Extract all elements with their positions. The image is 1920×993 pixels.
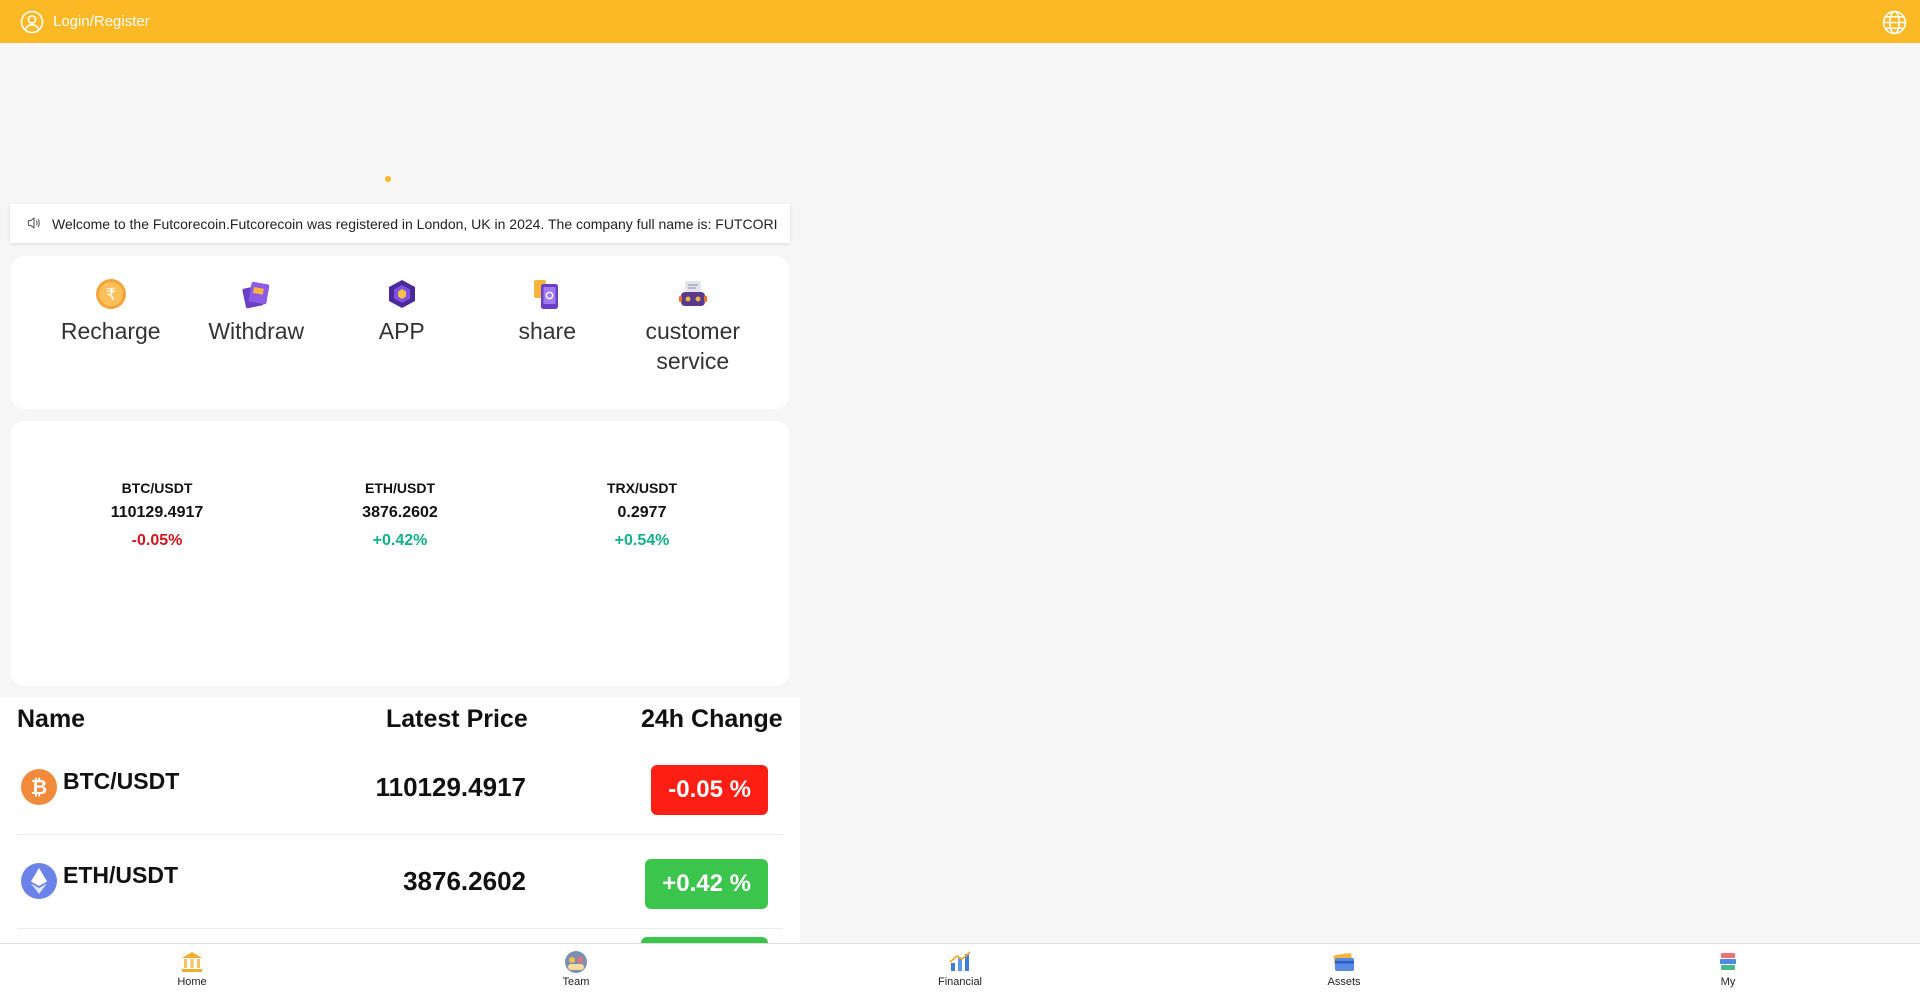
ticker-pair: TRX/USDT: [607, 480, 677, 496]
bottom-tab-bar: Home Team Financial Assets My: [0, 943, 1920, 993]
ticker-card: BTC/USDT 110129.4917 -0.05% ETH/USDT 387…: [11, 421, 789, 686]
market-row-btc[interactable]: ₿ BTC/USDT 110129.4917 -0.05 %: [17, 741, 783, 835]
action-label: share: [518, 318, 577, 344]
tab-label: Assets: [1327, 976, 1361, 988]
change-badge[interactable]: -0.05 %: [651, 765, 768, 815]
cube-icon: [388, 280, 415, 308]
ticker-change: +0.42%: [372, 532, 428, 549]
svg-text:₹: ₹: [106, 285, 116, 304]
app-button[interactable]: APP: [329, 278, 475, 409]
speaker-icon: [26, 215, 44, 233]
action-label: customer service: [645, 318, 741, 374]
language-globe-icon[interactable]: [1882, 10, 1907, 35]
ticker-eth[interactable]: ETH/USDT 3876.2602 +0.42%: [300, 477, 500, 555]
column-latest-price: Latest Price: [386, 705, 528, 733]
notice-text: Welcome to the Futcorecoin.Futcorecoin w…: [52, 215, 778, 232]
tab-label: My: [1720, 976, 1736, 988]
tab-financial[interactable]: Financial: [915, 950, 1005, 988]
ethereum-icon: [21, 863, 57, 899]
team-icon: [565, 951, 587, 973]
top-bar: Login/Register: [0, 0, 1920, 43]
bank-icon: [182, 952, 202, 972]
cards-icon: [242, 281, 270, 309]
ticker-change: +0.54%: [614, 532, 670, 549]
books-icon: [1720, 953, 1736, 970]
ticker-price: 0.2977: [617, 504, 667, 521]
ticker-btc[interactable]: BTC/USDT 110129.4917 -0.05%: [57, 477, 257, 555]
tab-team[interactable]: Team: [531, 950, 621, 988]
change-badge[interactable]: +0.42 %: [645, 859, 768, 909]
notice-bar: Welcome to the Futcorecoin.Futcorecoin w…: [10, 204, 790, 243]
tab-home[interactable]: Home: [147, 950, 237, 988]
ticker-pair: ETH/USDT: [365, 480, 435, 496]
withdraw-button[interactable]: Withdraw: [184, 278, 330, 409]
action-label: APP: [378, 318, 425, 344]
recharge-button[interactable]: ₹ Recharge: [38, 278, 184, 409]
banner-indicator-dot[interactable]: [385, 176, 391, 182]
customer-service-button[interactable]: customer service: [620, 278, 766, 409]
market-row-partial[interactable]: [17, 929, 783, 943]
rupee-coin-icon: ₹: [95, 279, 126, 309]
market-pair: BTC/USDT: [63, 768, 180, 794]
market-row-eth[interactable]: ETH/USDT 3876.2602 +0.42 %: [17, 835, 783, 929]
column-name: Name: [17, 705, 86, 733]
quick-actions: ₹ Recharge Withdraw APP share customer s…: [11, 256, 789, 409]
login-register-link[interactable]: Login/Register: [53, 13, 150, 30]
ticker-price: 3876.2602: [362, 504, 438, 521]
tab-label: Home: [177, 976, 207, 988]
ticker-pair: BTC/USDT: [121, 480, 193, 496]
tab-assets[interactable]: Assets: [1299, 950, 1389, 988]
column-24h-change: 24h Change: [641, 705, 783, 733]
market-pair: ETH/USDT: [63, 862, 178, 888]
svg-text:₿: ₿: [31, 775, 47, 799]
wallet-icon: [1333, 953, 1354, 971]
share-button[interactable]: share: [475, 278, 621, 409]
ticker-price: 110129.4917: [110, 504, 204, 521]
ticker-change: -0.05%: [131, 532, 183, 549]
tab-my[interactable]: My: [1683, 950, 1773, 988]
tab-label: Financial: [937, 976, 983, 988]
market-header: Name Latest Price 24h Change: [0, 697, 800, 741]
bitcoin-icon: ₿: [21, 769, 57, 805]
tab-label: Team: [562, 976, 590, 988]
action-label: Recharge: [60, 318, 161, 344]
action-label: Withdraw: [208, 318, 305, 344]
phone-icon: [534, 280, 559, 309]
market-list: Name Latest Price 24h Change ₿ BTC/USDT …: [0, 697, 800, 943]
user-avatar-icon[interactable]: [20, 10, 44, 34]
market-price: 110129.4917: [375, 772, 526, 802]
ticker-trx[interactable]: TRX/USDT 0.2977 +0.54%: [542, 477, 742, 555]
robot-icon: [678, 281, 707, 306]
chart-icon: [949, 951, 971, 971]
market-price: 3876.2602: [403, 866, 526, 896]
